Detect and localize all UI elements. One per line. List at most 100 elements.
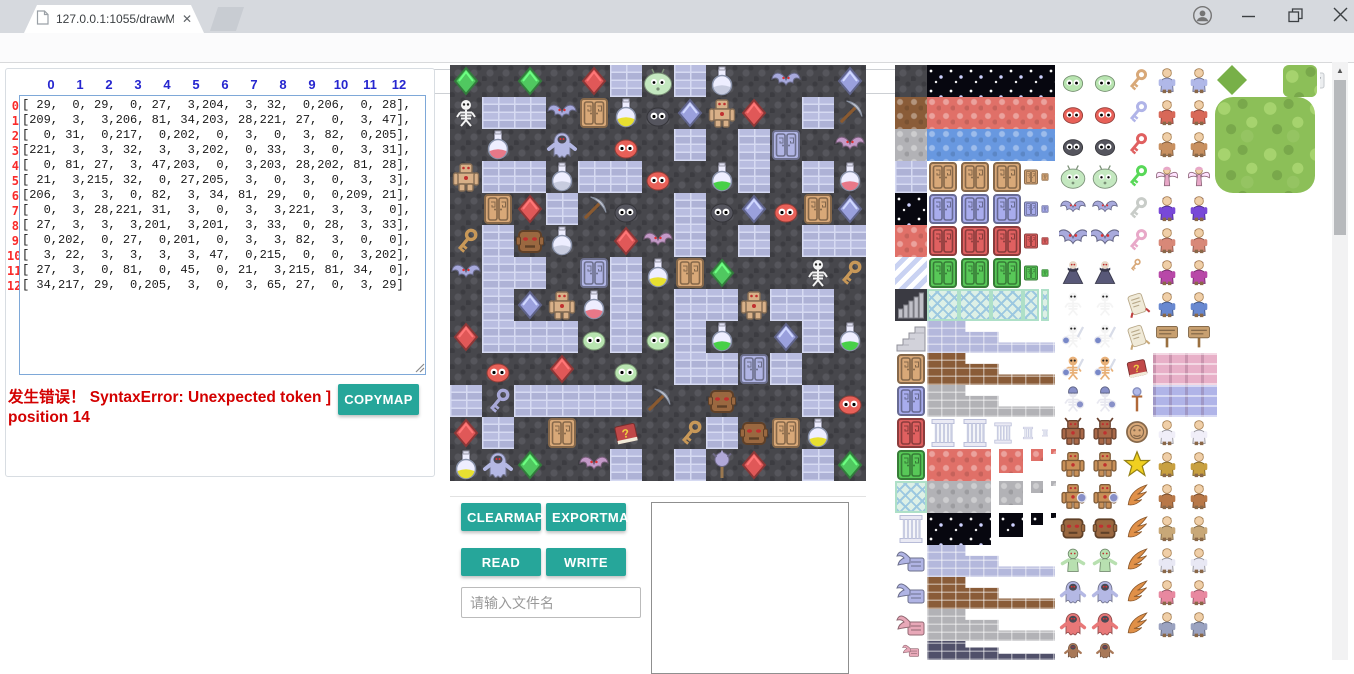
map-tile-wood-door[interactable] — [770, 417, 802, 449]
tileset-tile-skelsword[interactable] — [1091, 321, 1119, 351]
tileset-tile-stoneface[interactable] — [1059, 513, 1087, 543]
tileset-tile-tree[interactable] — [1283, 65, 1317, 97]
scrollbar-up-icon[interactable]: ▲ — [1332, 62, 1348, 79]
map-tile-red-bat[interactable] — [578, 449, 610, 481]
map-tile-yellow-flask[interactable] — [450, 449, 482, 481]
tileset-tile-column[interactable] — [1041, 417, 1049, 449]
tileset-tile-column[interactable] — [1021, 417, 1035, 449]
tileset-tile-wing[interactable] — [1123, 481, 1151, 511]
tileset-tile-demon[interactable] — [1059, 417, 1087, 447]
tileset-tile-greenman[interactable] — [1059, 545, 1087, 575]
tileset-tile-terr[interactable] — [999, 481, 1023, 505]
tileset-tile-demon[interactable] — [1091, 417, 1119, 447]
map-tile-red-bat[interactable] — [642, 225, 674, 257]
map-tile-brick-wall[interactable] — [802, 321, 834, 353]
tileset-tile-tree[interactable] — [1215, 97, 1315, 193]
map-tile-stone-face[interactable] — [514, 225, 546, 257]
map-tile-dark-floor[interactable] — [738, 321, 770, 353]
map-tile-red-flask[interactable] — [482, 129, 514, 161]
map-tile-brick-wall[interactable] — [578, 161, 610, 193]
map-tile-brick-wall[interactable] — [674, 321, 706, 353]
tileset-tile-door[interactable] — [959, 257, 991, 289]
tileset-tile-column[interactable] — [895, 513, 927, 545]
map-tile-brick-wall[interactable] — [834, 225, 866, 257]
tileset-tile-brick[interactable] — [895, 161, 927, 193]
tileset-tile-stars[interactable] — [927, 513, 991, 545]
tileset-tile-door[interactable] — [959, 193, 991, 225]
tileset-tile-door[interactable] — [991, 193, 1023, 225]
map-tile-red-slime[interactable] — [482, 353, 514, 385]
tileset-tile-ice[interactable] — [927, 289, 959, 321]
map-tile-red-gem[interactable] — [610, 225, 642, 257]
tileset-tile-door[interactable] — [927, 161, 959, 193]
tileset-tile-skelsword[interactable] — [1059, 321, 1087, 351]
write-button[interactable]: WRITE — [546, 548, 626, 576]
map-tile-dark-floor[interactable] — [546, 449, 578, 481]
map-tile-red-gem[interactable] — [514, 193, 546, 225]
tileset-tile-door[interactable] — [959, 225, 991, 257]
map-tile-brick-wall[interactable] — [578, 385, 610, 417]
tileset-tile-ghost[interactable] — [1091, 577, 1119, 607]
tileset-tile-key[interactable] — [1123, 161, 1151, 191]
tileset-tile-golemshield[interactable] — [1091, 481, 1119, 511]
tileset-tile-terr[interactable] — [927, 481, 991, 513]
map-tile-green-gem[interactable] — [514, 449, 546, 481]
map-tile-purple-key[interactable] — [482, 385, 514, 417]
tileset-tile-char[interactable] — [1185, 257, 1213, 287]
map-tile-brick-wall[interactable] — [674, 65, 706, 97]
tileset-tile-char[interactable] — [1185, 513, 1213, 543]
tileset-tile-key[interactable] — [1123, 193, 1151, 223]
map-tile-dark-floor[interactable] — [834, 353, 866, 385]
tileset-tile-wingblock[interactable] — [895, 641, 927, 660]
map-tile-blue-gem[interactable] — [514, 289, 546, 321]
tileset-tile-golem[interactable] — [1091, 449, 1119, 479]
tileset-tile-key[interactable] — [1123, 225, 1151, 255]
map-tile-red-gem[interactable] — [450, 417, 482, 449]
tileset-tile-door[interactable] — [895, 385, 927, 417]
tileset-tile-terr[interactable] — [927, 129, 1055, 161]
tileset-tile-scroll[interactable] — [1123, 289, 1151, 319]
tileset-tile-bat[interactable] — [1091, 193, 1119, 223]
map-tile-green-gem[interactable] — [514, 65, 546, 97]
map-tile-dark-floor[interactable] — [770, 161, 802, 193]
map-tile-green-flask[interactable] — [706, 321, 738, 353]
tileset-tile-wingblock[interactable] — [895, 609, 927, 641]
map-tile-mace[interactable] — [706, 449, 738, 481]
tileset-tile-greenman[interactable] — [1091, 545, 1119, 575]
tileset-tile-char[interactable] — [1153, 97, 1181, 127]
tileset-tile-terr[interactable] — [895, 97, 927, 129]
map-tile-brick-wall[interactable] — [674, 225, 706, 257]
map-tile-red-slime[interactable] — [642, 161, 674, 193]
map-tile-dark-floor[interactable] — [770, 225, 802, 257]
map-tile-purple-bat[interactable] — [450, 257, 482, 289]
tileset-tile-wing[interactable] — [1123, 609, 1151, 639]
tileset-tile-stars[interactable] — [895, 193, 927, 225]
map-tile-dark-floor[interactable] — [450, 129, 482, 161]
map-tile-purple-bat[interactable] — [770, 65, 802, 97]
tileset-tile-staff[interactable] — [1123, 385, 1151, 415]
tileset-tile-bigbat[interactable] — [1059, 225, 1087, 255]
map-tile-brick-wall[interactable] — [514, 97, 546, 129]
map-tile-dark-floor[interactable] — [802, 353, 834, 385]
map-tile-yellow-flask[interactable] — [610, 97, 642, 129]
map-tile-dark-floor[interactable] — [450, 193, 482, 225]
tileset-tile-vampire[interactable] — [1059, 257, 1087, 287]
tileset-tile-terr[interactable] — [927, 449, 991, 481]
map-tile-pickaxe[interactable] — [834, 97, 866, 129]
map-tile-brick-wall[interactable] — [674, 129, 706, 161]
tileset-tile-wingblock[interactable] — [895, 577, 927, 609]
tileset-tile-ledge[interactable] — [927, 641, 1055, 660]
map-tile-brick-wall[interactable] — [706, 289, 738, 321]
tileset-tile-star[interactable] — [1123, 449, 1151, 479]
map-tile-brick-wall[interactable] — [482, 321, 514, 353]
tileset-tile-stars[interactable] — [1031, 513, 1043, 525]
read-button[interactable]: READ — [461, 548, 541, 576]
map-tile-green-gem[interactable] — [834, 449, 866, 481]
map-tile-red-book[interactable]: ? — [610, 417, 642, 449]
tileset-tile-bars[interactable] — [895, 289, 927, 321]
tileset-tile-medallion[interactable] — [1123, 417, 1151, 447]
map-tile-dark-floor[interactable] — [450, 353, 482, 385]
tileset-tile-stoneface[interactable] — [1091, 513, 1119, 543]
tileset-tile-char[interactable] — [1185, 449, 1213, 479]
map-tile-red-slime[interactable] — [770, 193, 802, 225]
